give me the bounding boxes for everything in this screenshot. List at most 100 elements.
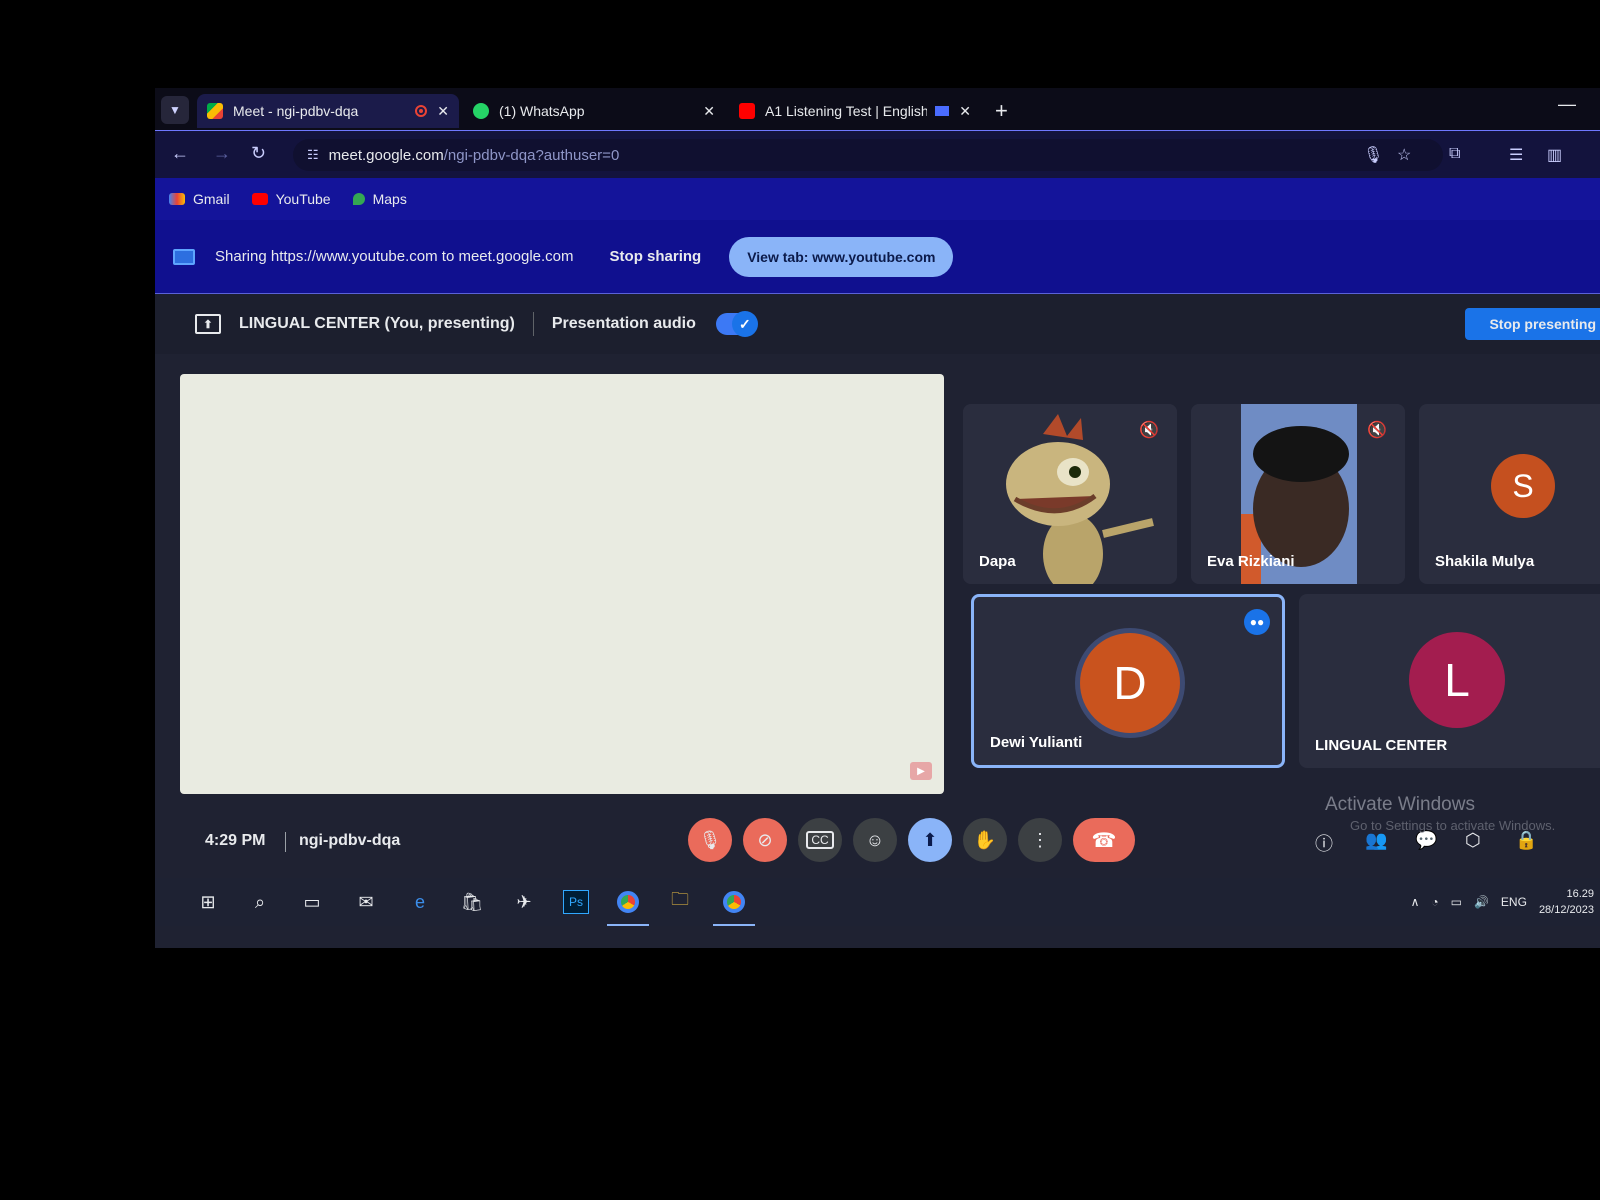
raise-hand-button[interactable]: ✋ [963,818,1007,862]
close-tab-icon[interactable]: ✕ [437,103,449,120]
mic-off-icon: 🔇 [1367,422,1387,439]
battery-icon[interactable]: ▭ [1451,895,1462,909]
participant-tile-dewi[interactable]: D ●● Dewi Yulianti [971,594,1285,768]
camera-off-icon: ⊘ [757,829,773,850]
microphone-toggle-button[interactable]: 🎙 [688,818,732,862]
participant-tile-lingual-center[interactable]: L LINGUAL CENTER [1299,594,1600,768]
task-view-icon[interactable]: ▭ [299,890,325,914]
browser-toolbar: ← → ↻ ☷ meet.google.com/ngi-pdbv-dqa?aut… [155,130,1600,178]
search-icon[interactable]: ⌕ [247,890,273,914]
volume-icon[interactable]: 🔊 [1474,895,1489,909]
bookmark-label: YouTube [275,191,331,207]
tray-date: 28/12/2023 [1538,904,1594,916]
participant-name: Dapa [979,553,1016,570]
minimize-button[interactable]: — [1558,94,1576,115]
reactions-button[interactable]: ☺ [853,818,897,862]
gmail-icon [169,193,185,205]
participant-tile-eva[interactable]: 🔇 Eva Rizkiani [1191,404,1405,584]
forward-icon[interactable]: → [213,143,231,164]
bookmarks-bar: Gmail YouTube Maps [155,178,1600,220]
presentation-audio-toggle[interactable]: ✓ [715,311,758,337]
tab-whatsapp[interactable]: (1) WhatsApp ✕ [463,94,725,128]
tab-title: A1 Listening Test | English [765,103,928,119]
windows-start-icon[interactable]: ⊞ [195,890,221,914]
participant-name: Dewi Yulianti [990,734,1083,751]
youtube-icon [251,193,268,205]
mail-icon[interactable]: ✉ [353,890,379,914]
activate-windows-subtext: Go to Settings to activate Windows. [1350,818,1556,833]
end-call-button[interactable]: ☎ [1073,818,1135,862]
side-panel-icon[interactable]: ▥ [1547,145,1562,165]
tab-meet[interactable]: Meet - ngi-pdbv-dqa ✕ [197,94,459,128]
bookmark-gmail[interactable]: Gmail [169,191,230,207]
screen: ▼ Meet - ngi-pdbv-dqa ✕ (1) WhatsApp ✕ A… [155,88,1600,948]
file-explorer-icon[interactable]: 🗀 [667,889,693,914]
url-host: meet.google.com [328,146,444,164]
meet-favicon-icon [207,103,223,119]
camera-toggle-button[interactable]: ⊘ [743,818,787,862]
avatar: S [1491,454,1555,518]
whatsapp-icon [473,103,489,119]
meeting-details-icon[interactable]: ⓘ [1315,830,1333,856]
avatar: D [1080,633,1180,733]
photoshop-icon[interactable]: Ps [563,890,589,914]
tab-youtube[interactable]: A1 Listening Test | English ✕ [729,94,981,128]
chat-icon[interactable]: 💬 [1415,830,1437,851]
bookmark-maps[interactable]: Maps [352,191,407,207]
phone-hangup-icon: ☎ [1091,829,1117,852]
tab-search-button[interactable]: ▼ [161,96,189,124]
shared-screen-preview: ▶ [180,374,944,794]
hand-icon: ✋ [973,829,997,850]
stop-presenting-button[interactable]: Stop presenting [1465,308,1600,340]
captions-button[interactable]: CC [798,818,842,862]
back-icon[interactable]: ← [171,143,189,164]
present-screen-icon: ⬆ [195,314,221,334]
site-info-icon[interactable]: ☷ [307,147,319,163]
microphone-icon[interactable]: 🎙 [1363,145,1383,165]
meeting-time: 4:29 PM [205,832,266,849]
activate-windows-watermark: Activate Windows [1325,794,1475,815]
close-tab-icon[interactable]: ✕ [959,103,971,120]
activities-icon[interactable]: ⬡ [1465,830,1481,851]
extensions-icon[interactable]: ⧉ [1449,145,1460,163]
meet-area: ⬆ LINGUAL CENTER (You, presenting) Prese… [155,294,1600,948]
screen-share-icon [173,248,195,265]
bookmark-youtube[interactable]: YouTube [251,191,331,207]
host-controls-icon[interactable]: 🔒 [1515,830,1537,851]
avatar: L [1409,632,1505,728]
divider [532,312,534,336]
chrome-profile-icon[interactable] [713,890,755,926]
tab-strip: ▼ Meet - ngi-pdbv-dqa ✕ (1) WhatsApp ✕ A… [155,88,1600,130]
stop-sharing-button[interactable]: Stop sharing [610,248,702,265]
youtube-favicon-icon [739,103,755,119]
input-language[interactable]: ENG [1501,895,1527,909]
address-bar[interactable]: ☷ meet.google.com/ngi-pdbv-dqa?authuser=… [293,139,1443,171]
presenter-label: LINGUAL CENTER (You, presenting) [239,315,515,332]
close-tab-icon[interactable]: ✕ [703,103,715,120]
store-icon[interactable]: 🛍 [459,890,485,914]
windows-taskbar: ⊞ ⌕ ▭ ✉ e 🛍 ✈ Ps 🗀 ∧ ◔ ▭ 🔊 ENG 16.29 28/1… [155,878,1600,926]
chrome-icon[interactable] [607,890,649,926]
chevron-up-icon[interactable]: ∧ [1411,895,1420,909]
app-icon[interactable]: ✈ [511,890,537,914]
edge-icon[interactable]: e [407,890,433,914]
sharing-text: Sharing https://www.youtube.com to meet.… [215,248,574,265]
participant-name: LINGUAL CENTER [1315,737,1448,754]
clock[interactable]: 16.29 28/12/2023 [1539,886,1594,918]
reload-icon[interactable]: ↻ [251,143,266,164]
youtube-play-icon: ▶ [910,762,932,780]
check-icon: ✓ [731,311,758,337]
participant-name: Eva Rizkiani [1207,553,1295,570]
emoji-icon: ☺ [865,829,885,850]
avatar-initial: L [1444,654,1470,706]
reading-list-icon[interactable]: ☰ [1509,145,1523,165]
present-now-button[interactable]: ⬆ [908,818,952,862]
more-options-button[interactable]: ⋮ [1018,818,1062,862]
view-tab-button[interactable]: View tab: www.youtube.com [729,236,954,277]
people-icon[interactable]: 👥 [1365,830,1387,851]
participant-tile-dapa[interactable]: 🔇 Dapa [963,404,1177,584]
new-tab-button[interactable]: + [995,98,1008,124]
participant-tile-shakila[interactable]: S Shakila Mulya [1419,404,1600,584]
bookmark-star-icon[interactable]: ☆ [1397,145,1411,165]
wifi-icon[interactable]: ◔ [1431,895,1438,909]
